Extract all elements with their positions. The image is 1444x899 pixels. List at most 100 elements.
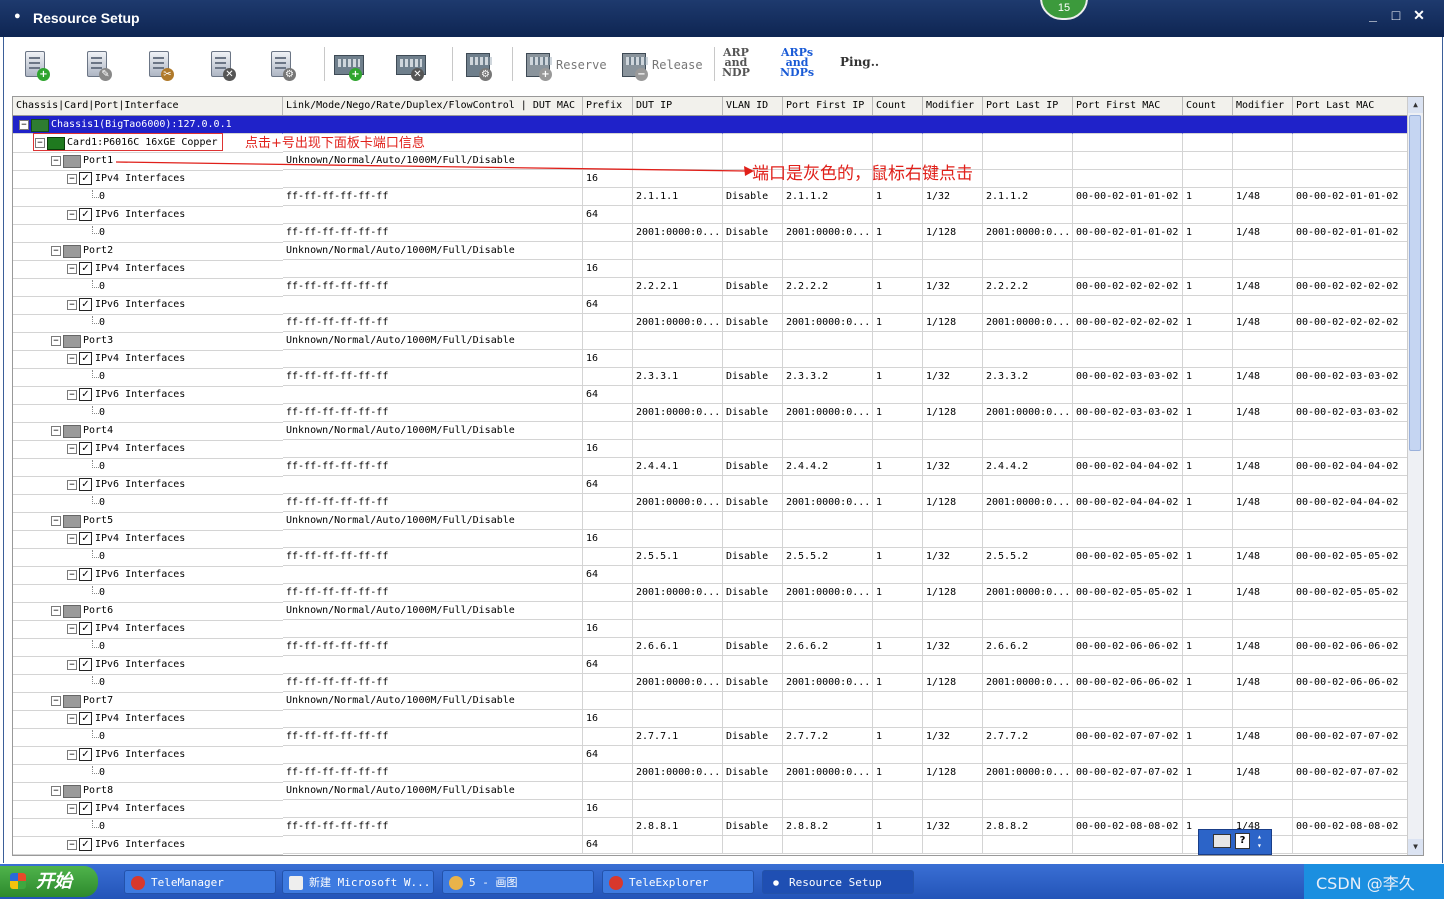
grid-cell[interactable]: 1/48 xyxy=(1233,584,1293,602)
grid-cell[interactable] xyxy=(1293,782,1413,800)
grid-cell[interactable] xyxy=(583,584,633,602)
grid-cell[interactable]: 2001:0000:0... xyxy=(983,314,1073,332)
grid-cell[interactable] xyxy=(873,602,923,620)
grid-cell[interactable]: 2.3.3.1 xyxy=(633,368,723,386)
grid-cell[interactable] xyxy=(633,440,723,458)
grid-cell[interactable]: 1 xyxy=(873,764,923,782)
grid-cell[interactable] xyxy=(633,260,723,278)
card-row[interactable]: − Card1:P6016C 16xGE Copper xyxy=(13,134,1413,153)
grid-cell[interactable] xyxy=(873,782,923,800)
grid-cell[interactable] xyxy=(1183,350,1233,368)
grid-cell[interactable] xyxy=(723,620,783,638)
grid-cell[interactable]: 1 xyxy=(873,314,923,332)
grid-cell[interactable] xyxy=(923,620,983,638)
grid-cell[interactable]: 1 xyxy=(1183,674,1233,692)
grid-cell[interactable]: 1 xyxy=(1183,278,1233,296)
grid-cell[interactable] xyxy=(983,692,1073,710)
grid-cell[interactable]: 00-00-02-05-05-02 xyxy=(1293,584,1413,602)
interface-group-row[interactable]: 16 − ✓ IPv4 Interfaces xyxy=(13,260,1413,279)
grid-cell[interactable]: 1 xyxy=(873,368,923,386)
grid-cell[interactable] xyxy=(1293,152,1413,170)
grid-cell[interactable]: Unknown/Normal/Auto/1000M/Full/Disable xyxy=(283,512,583,530)
grid-cell[interactable]: 1 xyxy=(1183,728,1233,746)
grid-cell[interactable]: 2001:0000:0... xyxy=(783,404,873,422)
grid-cell[interactable] xyxy=(983,710,1073,728)
grid-cell[interactable] xyxy=(923,530,983,548)
grid-cell[interactable]: 00-00-02-01-01-02 xyxy=(1073,224,1183,242)
task-paint[interactable]: 5 - 画图 xyxy=(442,870,594,894)
grid-cell[interactable]: ff-ff-ff-ff-ff-ff xyxy=(283,638,583,656)
interface-checkbox[interactable]: ✓ xyxy=(79,622,92,635)
grid-cell[interactable]: 1 xyxy=(873,188,923,206)
resource-grid[interactable]: Chassis|Card|Port|Interface Link/Mode/Neg… xyxy=(12,96,1424,856)
grid-cell[interactable]: 16 xyxy=(583,530,633,548)
grid-cell[interactable]: 2001:0000:0... xyxy=(633,314,723,332)
grid-cell[interactable] xyxy=(1233,170,1293,188)
grid-cell[interactable] xyxy=(1073,116,1183,134)
grid-cell[interactable]: 1/128 xyxy=(923,764,983,782)
interface-row[interactable]: ff-ff-ff-ff-ff-ff 2001:0000:0... Disable 20… xyxy=(13,494,1413,513)
interface-group-row[interactable]: 64 − ✓ IPv6 Interfaces xyxy=(13,746,1413,765)
grid-cell[interactable] xyxy=(783,332,873,350)
grid-cell[interactable] xyxy=(873,710,923,728)
scroll-up-arrow[interactable]: ▲ xyxy=(1408,97,1423,113)
grid-cell[interactable] xyxy=(723,332,783,350)
grid-cell[interactable] xyxy=(783,440,873,458)
grid-cell[interactable] xyxy=(1233,512,1293,530)
grid-cell[interactable]: 2.2.2.2 xyxy=(783,278,873,296)
interface-checkbox[interactable]: ✓ xyxy=(79,352,92,365)
grid-cell[interactable] xyxy=(1183,746,1233,764)
grid-cell[interactable] xyxy=(983,296,1073,314)
grid-cell[interactable]: 2.5.5.1 xyxy=(633,548,723,566)
grid-cell[interactable]: 2001:0000:0... xyxy=(983,764,1073,782)
grid-cell[interactable] xyxy=(723,134,783,152)
grid-cell[interactable]: Disable xyxy=(723,818,783,836)
grid-cell[interactable] xyxy=(783,296,873,314)
grid-cell[interactable] xyxy=(783,206,873,224)
tree-cell[interactable]: − ✓ IPv4 Interfaces xyxy=(13,530,283,549)
interface-group-row[interactable]: 16 − ✓ IPv4 Interfaces xyxy=(13,350,1413,369)
grid-cell[interactable]: 1/48 xyxy=(1233,404,1293,422)
tree-cell[interactable]: 0 xyxy=(13,638,283,657)
grid-cell[interactable] xyxy=(723,512,783,530)
grid-cell[interactable] xyxy=(783,242,873,260)
task-word[interactable]: 新建 Microsoft W... xyxy=(282,870,434,894)
grid-cell[interactable] xyxy=(923,800,983,818)
grid-cell[interactable] xyxy=(1183,152,1233,170)
grid-cell[interactable]: 2001:0000:0... xyxy=(633,584,723,602)
grid-cell[interactable]: 00-00-02-04-04-02 xyxy=(1293,494,1413,512)
grid-cell[interactable] xyxy=(783,800,873,818)
grid-cell[interactable]: 1 xyxy=(1183,548,1233,566)
grid-cell[interactable] xyxy=(583,224,633,242)
grid-cell[interactable] xyxy=(1073,260,1183,278)
grid-cell[interactable] xyxy=(723,836,783,854)
grid-cell[interactable] xyxy=(723,746,783,764)
grid-cell[interactable] xyxy=(983,836,1073,854)
grid-cell[interactable]: 00-00-02-08-08-02 xyxy=(1073,818,1183,836)
grid-cell[interactable] xyxy=(1073,440,1183,458)
grid-cell[interactable]: 00-00-02-03-03-02 xyxy=(1293,368,1413,386)
grid-cell[interactable] xyxy=(723,692,783,710)
grid-cell[interactable]: 1/48 xyxy=(1233,278,1293,296)
grid-cell[interactable]: ff-ff-ff-ff-ff-ff xyxy=(283,188,583,206)
grid-cell[interactable] xyxy=(1233,782,1293,800)
grid-cell[interactable] xyxy=(1233,692,1293,710)
grid-cell[interactable] xyxy=(923,134,983,152)
grid-cell[interactable]: 1 xyxy=(1183,314,1233,332)
grid-cell[interactable]: 00-00-02-01-01-02 xyxy=(1293,188,1413,206)
interface-group-row[interactable]: 64 − ✓ IPv6 Interfaces xyxy=(13,386,1413,405)
grid-cell[interactable]: 00-00-02-05-05-02 xyxy=(1293,548,1413,566)
grid-cell[interactable] xyxy=(783,134,873,152)
release-button[interactable]: − Release xyxy=(620,47,703,83)
grid-cell[interactable] xyxy=(983,242,1073,260)
collapse-toggle-icon[interactable]: − xyxy=(67,210,77,220)
column-header[interactable]: DUT IP xyxy=(633,97,723,115)
grid-cell[interactable] xyxy=(1073,782,1183,800)
grid-cell[interactable] xyxy=(633,656,723,674)
grid-cell[interactable] xyxy=(1293,566,1413,584)
grid-cell[interactable]: 00-00-02-05-05-02 xyxy=(1073,584,1183,602)
grid-cell[interactable]: 00-00-02-03-03-02 xyxy=(1073,404,1183,422)
grid-cell[interactable] xyxy=(1233,134,1293,152)
grid-cell[interactable] xyxy=(1233,476,1293,494)
grid-cell[interactable] xyxy=(1073,530,1183,548)
